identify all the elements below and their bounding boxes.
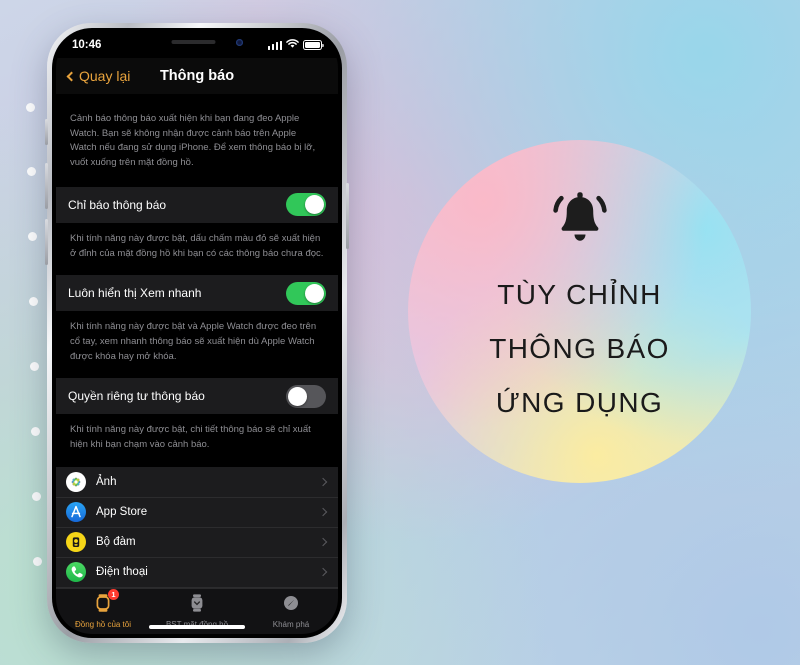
intro-description: Cảnh báo thông báo xuất hiện khi bạn đan…: [70, 113, 316, 169]
setting-row-always-show-quick-view[interactable]: Luôn hiển thị Xem nhanh: [56, 275, 338, 312]
promo-line-1: TÙY CHỈNH: [497, 279, 662, 310]
decorative-dot: [27, 167, 36, 176]
power-button[interactable]: [346, 183, 349, 249]
list-item[interactable]: Điện thoại: [56, 556, 338, 587]
toggle-knob: [305, 195, 324, 215]
always-show-quick-view-toggle[interactable]: [286, 281, 326, 305]
list-item[interactable]: App Store: [56, 496, 338, 527]
tab-explore[interactable]: Khám phá: [244, 593, 338, 629]
back-button[interactable]: Quay lại: [66, 68, 131, 84]
tab-label: Đồng hồ của tôi: [74, 620, 132, 629]
decorative-dot: [31, 427, 40, 436]
navigation-bar: Quay lại Thông báo: [56, 58, 338, 94]
bell-icon: [550, 190, 610, 253]
decorative-dot: [30, 362, 39, 371]
chevron-left-icon: [66, 71, 77, 81]
back-button-label: Quay lại: [79, 68, 131, 84]
app-notification-list: Ảnh App Store Bộ đàm Điện thoại: [56, 466, 338, 588]
watch-face-icon: [188, 593, 206, 618]
setting-label: Luôn hiển thị Xem nhanh: [68, 286, 202, 301]
setting-note: Khi tính năng này được bật, dấu chấm màu…: [56, 222, 338, 276]
phone-screen: 10:46 Quay lại Thông báo Cảnh báo thông …: [56, 32, 338, 634]
settings-content: Cảnh báo thông báo xuất hiện khi bạn đan…: [56, 94, 338, 588]
toggle-knob: [305, 283, 324, 303]
toggle-knob: [288, 386, 307, 406]
chevron-right-icon: [318, 508, 328, 517]
tab-face-gallery[interactable]: BST mặt đồng hồ: [150, 593, 244, 629]
decorative-dot: [26, 103, 35, 112]
status-indicators: [267, 38, 324, 52]
photos-app-icon: [66, 471, 86, 492]
walkie-talkie-icon: [66, 532, 86, 553]
setting-row-notification-privacy[interactable]: Quyền riêng tư thông báo: [56, 378, 338, 415]
app-name: Điện thoại: [96, 566, 148, 579]
decorative-dot: [28, 232, 37, 241]
decorative-dot: [29, 297, 38, 306]
setting-label: Quyền riêng tư thông báo: [68, 389, 205, 404]
decorative-dot: [33, 557, 42, 566]
tab-my-watch[interactable]: 1 Đồng hồ của tôi: [56, 589, 150, 629]
chevron-right-icon: [318, 568, 328, 577]
decorative-dot: [32, 492, 41, 501]
app-name: App Store: [96, 506, 148, 519]
setting-row-notification-indicator[interactable]: Chỉ báo thông báo: [56, 186, 338, 223]
app-name: Ảnh: [96, 475, 117, 488]
wifi-icon: [286, 38, 299, 52]
status-time: 10:46: [72, 39, 102, 51]
iphone-mockup: 10:46 Quay lại Thông báo Cảnh báo thông …: [45, 23, 349, 643]
promo-circle: TÙY CHỈNH THÔNG BÁO ỨNG DỤNG: [408, 140, 751, 483]
cellular-signal-icon: [267, 40, 282, 50]
chevron-right-icon: [318, 538, 328, 547]
watch-icon: 1: [94, 589, 119, 618]
list-item[interactable]: Ảnh: [56, 467, 338, 497]
promo-line-2: THÔNG BÁO: [489, 333, 670, 364]
status-bar: 10:46: [56, 32, 338, 58]
battery-full-icon: [303, 40, 324, 50]
tab-label: Khám phá: [272, 620, 310, 629]
volume-down-button[interactable]: [45, 219, 48, 265]
setting-note: Khi tính năng này được bật và Apple Watc…: [56, 311, 338, 379]
setting-note: Khi tính năng này được bật, chi tiết thô…: [56, 414, 338, 467]
phone-bezel: 10:46 Quay lại Thông báo Cảnh báo thông …: [52, 28, 342, 638]
notification-privacy-toggle[interactable]: [286, 384, 326, 408]
list-item[interactable]: Bộ đàm: [56, 526, 338, 557]
setting-label: Chỉ báo thông báo: [68, 197, 167, 212]
volume-up-button[interactable]: [45, 163, 48, 209]
home-indicator[interactable]: [149, 625, 245, 629]
mute-switch[interactable]: [45, 119, 48, 145]
app-store-icon: [66, 502, 86, 523]
chevron-right-icon: [318, 477, 328, 487]
app-name: Bộ đàm: [96, 536, 136, 549]
compass-icon: [282, 593, 300, 618]
notification-badge: 1: [108, 589, 119, 600]
phone-app-icon: [66, 562, 86, 583]
promo-line-3: ỨNG DỤNG: [495, 387, 664, 418]
notification-indicator-toggle[interactable]: [286, 193, 326, 217]
